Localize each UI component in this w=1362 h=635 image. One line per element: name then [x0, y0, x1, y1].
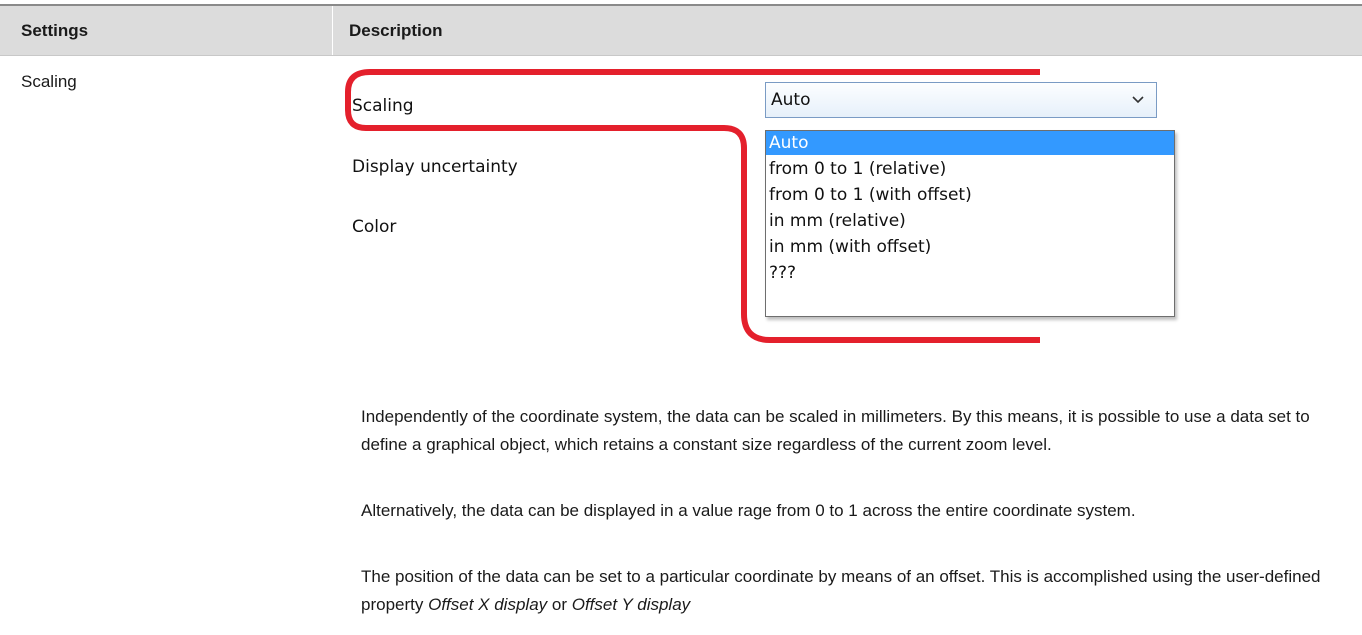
p3-offset-y-property: Offset Y display — [571, 595, 691, 614]
red-highlight-outline — [345, 69, 1040, 343]
header-description: Description — [349, 21, 443, 40]
chevron-down-icon[interactable] — [1130, 92, 1146, 108]
p3-offset-x-property: Offset X display — [428, 595, 548, 614]
property-screenshot: Scaling Display uncertainty Color Auto A… — [340, 66, 1175, 351]
description-paragraph-2: Alternatively, the data can be displayed… — [361, 501, 1136, 520]
p3-text-or: or — [547, 595, 572, 614]
header-divider — [332, 6, 333, 55]
description-paragraph-1: Independently of the coordinate system, … — [361, 407, 1310, 454]
table-header: Settings Description — [0, 6, 1362, 56]
row-label-scaling: Scaling — [21, 72, 77, 91]
description-paragraph-3: The position of the data can be set to a… — [361, 563, 1341, 619]
header-settings: Settings — [21, 21, 89, 40]
